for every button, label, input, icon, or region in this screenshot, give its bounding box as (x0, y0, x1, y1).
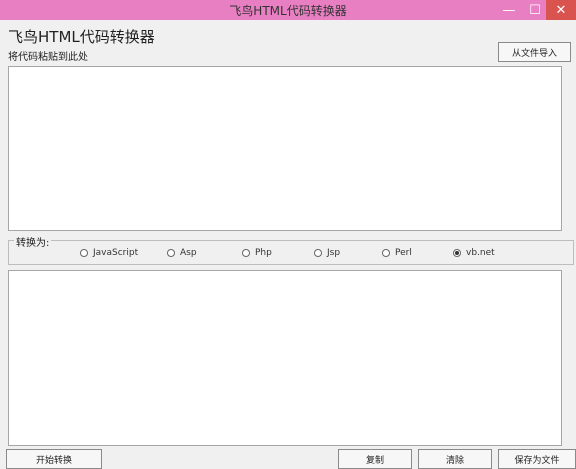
title-bar: 飞鸟HTML代码转换器 — ☐ ✕ (0, 0, 576, 20)
radio-indicator (80, 249, 88, 257)
radio-indicator (167, 249, 175, 257)
minimize-icon: — (502, 2, 516, 18)
copy-button[interactable]: 复制 (338, 449, 412, 469)
radio-indicator (453, 249, 461, 257)
radio-label: Php (255, 248, 272, 258)
paste-hint-label: 将代码粘贴到此处 (8, 52, 88, 63)
radio-javascript[interactable]: JavaScript (80, 248, 138, 258)
start-convert-button[interactable]: 开始转换 (6, 449, 102, 469)
radio-label: vb.net (466, 248, 495, 258)
app-heading: 飞鸟HTML代码转换器 (8, 28, 155, 46)
close-button[interactable]: ✕ (546, 0, 576, 20)
radio-label: Asp (180, 248, 197, 258)
maximize-icon: ☐ (529, 2, 541, 18)
radio-label: Perl (395, 248, 412, 258)
convert-to-label: 转换为: (14, 234, 52, 249)
radio-perl[interactable]: Perl (382, 248, 412, 258)
radio-label: Jsp (327, 248, 341, 258)
radio-label: JavaScript (93, 248, 139, 258)
radio-php[interactable]: Php (242, 248, 272, 258)
close-icon: ✕ (555, 2, 567, 18)
radio-indicator (314, 249, 322, 257)
radio-indicator (382, 249, 390, 257)
maximize-button[interactable]: ☐ (522, 0, 548, 20)
import-from-file-button[interactable]: 从文件导入 (498, 42, 571, 62)
radio-vbnet[interactable]: vb.net (453, 248, 495, 258)
window-title: 飞鸟HTML代码转换器 (229, 4, 347, 18)
radio-indicator (242, 249, 250, 257)
radio-jsp[interactable]: Jsp (314, 248, 340, 258)
minimize-button[interactable]: — (496, 0, 522, 20)
save-to-file-button[interactable]: 保存为文件 (498, 449, 576, 469)
clear-button[interactable]: 清除 (418, 449, 492, 469)
source-code-textarea[interactable] (8, 66, 562, 231)
radio-asp[interactable]: Asp (167, 248, 197, 258)
converted-code-textarea[interactable] (8, 270, 562, 446)
